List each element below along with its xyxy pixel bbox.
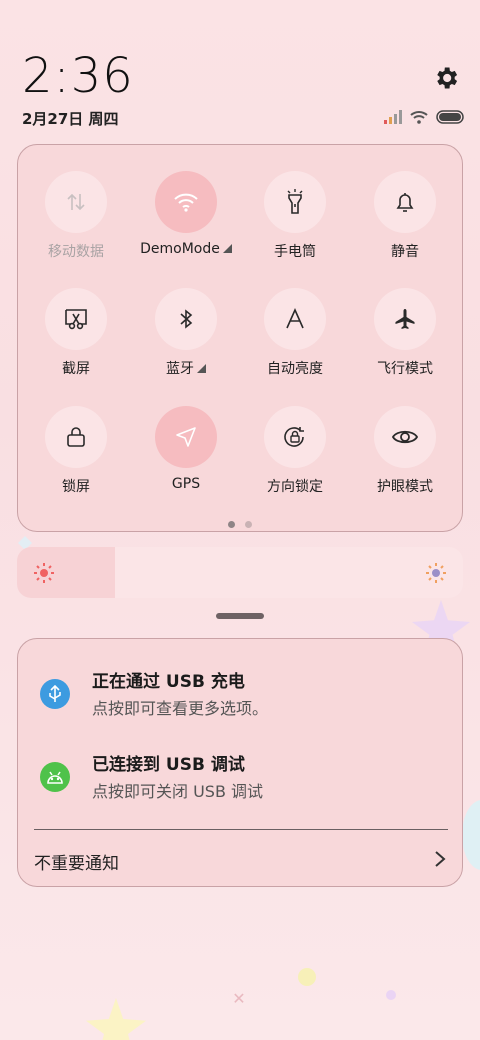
tile-auto-brightness[interactable]: 自动亮度 bbox=[245, 288, 345, 388]
tile-label-text: GPS bbox=[171, 476, 201, 492]
decorative-dot bbox=[298, 968, 316, 986]
page-dot-active bbox=[228, 521, 235, 528]
clock[interactable]: 2:36 bbox=[22, 48, 134, 104]
tile-screenshot[interactable]: 截屏 bbox=[26, 288, 126, 388]
drag-handle[interactable] bbox=[216, 613, 264, 619]
decorative-star bbox=[86, 998, 146, 1040]
tile-label: 锁屏 bbox=[26, 476, 126, 496]
decorative-cross-icon: ✕ bbox=[232, 989, 246, 1008]
battery-icon bbox=[436, 110, 464, 124]
notification-title: 已连接到 USB 调试 bbox=[92, 755, 245, 775]
expand-caret-icon[interactable] bbox=[222, 244, 232, 253]
notification-usb-charging[interactable]: 正在通过 USB 充电 点按即可查看更多选项。 bbox=[40, 667, 440, 723]
usb-icon bbox=[40, 679, 70, 709]
mobile-data-icon[interactable] bbox=[45, 171, 107, 233]
notification-usb-debugging[interactable]: 已连接到 USB 调试 点按即可关闭 USB 调试 bbox=[40, 750, 440, 806]
status-bar-icons bbox=[384, 108, 464, 126]
tile-eye[interactable]: 护眼模式 bbox=[355, 406, 455, 506]
tile-label: 自动亮度 bbox=[245, 358, 345, 378]
tile-lock[interactable]: 锁屏 bbox=[26, 406, 126, 506]
tile-bluetooth[interactable]: 蓝牙 bbox=[136, 288, 236, 388]
notification-subtitle: 点按即可关闭 USB 调试 bbox=[92, 782, 264, 801]
brightness-low-icon bbox=[34, 563, 54, 583]
flashlight-icon[interactable] bbox=[264, 171, 326, 233]
tile-label-text: DemoMode bbox=[140, 241, 220, 257]
rotation-lock-icon[interactable] bbox=[264, 406, 326, 468]
tile-label-text: 护眼模式 bbox=[377, 479, 433, 495]
tile-airplane[interactable]: 飞行模式 bbox=[355, 288, 455, 388]
android-debug-icon bbox=[40, 762, 70, 792]
tile-label-text: 自动亮度 bbox=[267, 361, 323, 377]
tile-label-text: 锁屏 bbox=[62, 479, 90, 495]
divider bbox=[34, 829, 448, 830]
tile-rotation-lock[interactable]: 方向锁定 bbox=[245, 406, 345, 506]
tile-label-text: 静音 bbox=[391, 244, 419, 260]
page-dot bbox=[245, 521, 252, 528]
tile-label: 方向锁定 bbox=[245, 476, 345, 496]
page-indicator bbox=[18, 521, 462, 528]
notification-card: 正在通过 USB 充电 点按即可查看更多选项。 已连接到 USB 调试 点按即可… bbox=[17, 638, 463, 887]
signal-icon bbox=[384, 110, 402, 124]
unimportant-notifications-link[interactable]: 不重要通知 bbox=[34, 849, 119, 874]
settings-gear-icon[interactable] bbox=[432, 64, 460, 92]
tile-label: 飞行模式 bbox=[355, 358, 455, 378]
tile-label: DemoMode bbox=[136, 241, 236, 257]
tile-label: 静音 bbox=[355, 241, 455, 261]
tile-bell[interactable]: 静音 bbox=[355, 171, 455, 271]
chevron-right-icon[interactable] bbox=[432, 849, 448, 869]
tile-label-text: 手电筒 bbox=[274, 244, 316, 260]
airplane-icon[interactable] bbox=[374, 288, 436, 350]
expand-caret-icon[interactable] bbox=[197, 364, 206, 373]
bluetooth-icon[interactable] bbox=[155, 288, 217, 350]
tile-label: GPS bbox=[136, 476, 236, 492]
tile-location[interactable]: GPS bbox=[136, 406, 236, 506]
quick-settings-panel: 移动数据 DemoMode 手电筒 静音截屏 蓝牙 自动亮度 飞行模式锁屏 GPS 方向锁定 护眼… bbox=[17, 144, 463, 532]
notification-subtitle: 点按即可查看更多选项。 bbox=[92, 699, 269, 718]
tile-label: 移动数据 bbox=[26, 241, 126, 261]
auto-brightness-icon[interactable] bbox=[264, 288, 326, 350]
notification-title: 正在通过 USB 充电 bbox=[92, 672, 245, 692]
tile-label: 截屏 bbox=[26, 358, 126, 378]
tile-label-text: 方向锁定 bbox=[267, 479, 323, 495]
tile-label: 手电筒 bbox=[245, 241, 345, 261]
screenshot-icon[interactable] bbox=[45, 288, 107, 350]
bell-icon[interactable] bbox=[374, 171, 436, 233]
eye-icon[interactable] bbox=[374, 406, 436, 468]
decorative-blob bbox=[462, 800, 480, 870]
wifi-status-icon bbox=[410, 111, 428, 124]
tile-label: 护眼模式 bbox=[355, 476, 455, 496]
tile-label-text: 飞行模式 bbox=[377, 361, 433, 377]
location-icon[interactable] bbox=[155, 406, 217, 468]
tile-label-text: 截屏 bbox=[62, 361, 90, 377]
lock-icon[interactable] bbox=[45, 406, 107, 468]
wifi-icon[interactable] bbox=[155, 171, 217, 233]
tile-label-text: 移动数据 bbox=[48, 244, 104, 260]
decorative-dot bbox=[386, 990, 396, 1000]
tile-flashlight[interactable]: 手电筒 bbox=[245, 171, 345, 271]
brightness-fill bbox=[17, 547, 116, 598]
tile-mobile-data[interactable]: 移动数据 bbox=[26, 171, 126, 271]
brightness-high-icon bbox=[426, 563, 446, 583]
date-label[interactable]: 2月27日 周四 bbox=[22, 108, 119, 129]
tile-label-text: 蓝牙 bbox=[166, 361, 194, 377]
tile-wifi[interactable]: DemoMode bbox=[136, 171, 236, 271]
brightness-slider[interactable] bbox=[17, 547, 463, 598]
tile-label: 蓝牙 bbox=[136, 358, 236, 378]
